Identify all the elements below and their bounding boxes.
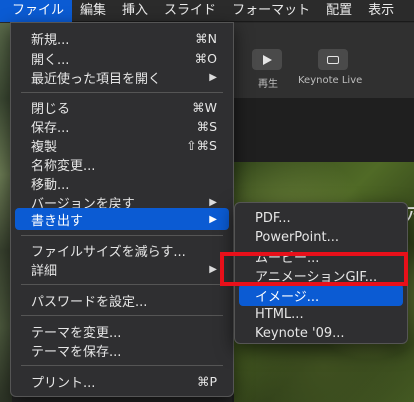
menu-item-export[interactable]: 書き出す ▶ (15, 208, 229, 230)
keynote-live-icon (327, 55, 339, 64)
menu-item-label: 書き出す (31, 213, 84, 229)
play-button[interactable] (252, 49, 282, 70)
menu-separator (21, 284, 223, 285)
menu-item-label: ムービー... (255, 250, 320, 266)
menu-item-set-password[interactable]: パスワードを設定... (15, 289, 229, 311)
menu-item-label: プリント... (31, 375, 96, 391)
menu-item-label: 保存... (31, 120, 70, 136)
shortcut-label: ⌘O (194, 50, 217, 66)
menu-separator (21, 365, 223, 366)
menu-item-label: 移動... (31, 177, 70, 193)
menu-separator (21, 92, 223, 93)
menu-item-label: HTML... (255, 306, 304, 322)
shortcut-label: ⌘S (196, 118, 217, 134)
menu-arrange[interactable]: 配置 (318, 0, 360, 22)
shortcut-label: ⌘W (192, 99, 217, 115)
menu-edit[interactable]: 編集 (72, 0, 114, 22)
menu-item-label: アニメーションGIF... (255, 269, 378, 285)
menu-item-label: 複製 (31, 139, 58, 155)
menu-file[interactable]: ファイル (0, 0, 73, 22)
menu-item-open-recent[interactable]: 最近使った項目を開く ▶ (15, 66, 229, 88)
menu-item-label: テーマを変更... (31, 325, 122, 341)
chevron-right-icon: ▶ (209, 71, 217, 83)
export-keynote-09[interactable]: Keynote '09... (239, 322, 403, 344)
menu-item-label: 開く... (31, 52, 70, 68)
file-menu: 新規... ⌘N 開く... ⌘O 最近使った項目を開く ▶ 閉じる ⌘W 保存… (10, 22, 234, 397)
chevron-right-icon: ▶ (209, 263, 217, 275)
menu-item-label: PowerPoint... (255, 229, 339, 245)
keynote-live-label: Keynote Live (298, 75, 363, 86)
menu-item-label: ファイルサイズを減らす... (31, 244, 186, 260)
shortcut-label: ⌘P (196, 373, 217, 389)
menu-item-label: PDF... (255, 210, 291, 226)
keynote-live-button[interactable] (318, 49, 348, 70)
menu-item-label: 新規... (31, 32, 70, 48)
menu-slide[interactable]: スライド (156, 0, 224, 22)
shortcut-label: ⌘N (195, 30, 217, 46)
menu-bar: ファイル 編集 挿入 スライド フォーマット 配置 表示 (0, 0, 414, 22)
menu-view[interactable]: 表示 (360, 0, 402, 22)
menu-item-label: テーマを保存... (31, 344, 122, 360)
menu-separator (21, 235, 223, 236)
menu-insert[interactable]: 挿入 (114, 0, 156, 22)
menu-item-label: パスワードを設定... (31, 294, 148, 310)
menu-separator (21, 315, 223, 316)
export-submenu: PDF... PowerPoint... ムービー... アニメーションGIF.… (234, 202, 408, 344)
menu-item-save-theme[interactable]: テーマを保存... (15, 339, 229, 361)
menu-item-label: Keynote '09... (255, 325, 345, 341)
play-icon (262, 54, 272, 65)
menu-item-print[interactable]: プリント... ⌘P (15, 370, 229, 392)
menu-item-advanced[interactable]: 詳細 ▶ (15, 258, 229, 280)
chevron-right-icon: ▶ (209, 213, 217, 225)
menu-item-label: 詳細 (31, 263, 58, 279)
shortcut-label: ⇧⌘S (186, 137, 217, 153)
menu-format[interactable]: フォーマット (224, 0, 318, 22)
menu-item-label: イメージ... (255, 289, 320, 305)
menu-item-label: 名称変更... (31, 158, 96, 174)
menu-item-new[interactable]: 新規... ⌘N (15, 27, 229, 49)
export-animated-gif[interactable]: アニメーションGIF... (239, 264, 403, 286)
menu-item-label: 閉じる (31, 101, 71, 117)
chevron-right-icon: ▶ (209, 196, 217, 208)
menu-item-label: 最近使った項目を開く (31, 71, 162, 87)
play-label: 再生 (258, 79, 278, 90)
